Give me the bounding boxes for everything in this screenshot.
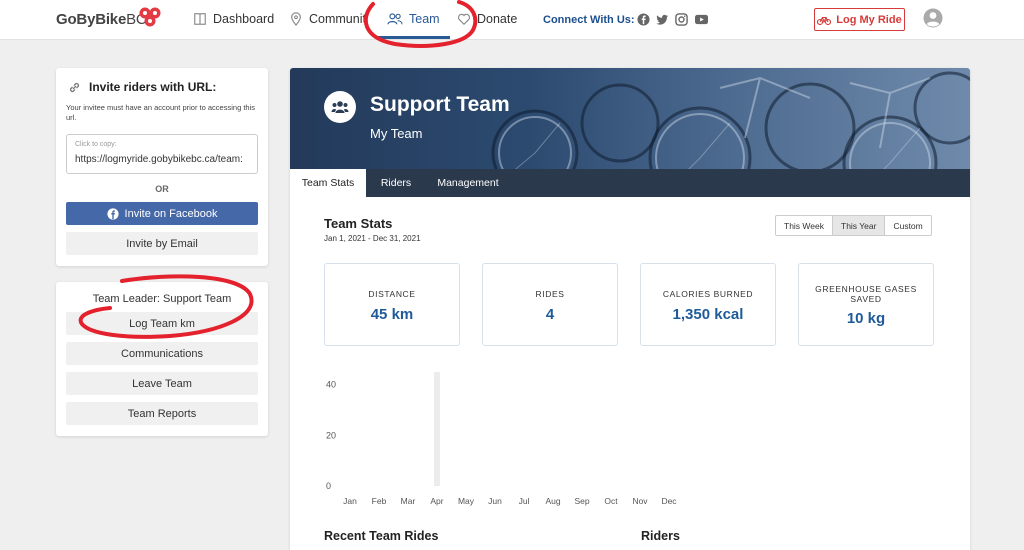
y-tick-label: 0 (326, 481, 331, 491)
riders-heading: Riders (641, 529, 680, 543)
stat-value: 45 km (370, 306, 414, 323)
invite-url-field[interactable]: Click to copy: https://logmyride.gobybik… (66, 134, 258, 174)
leave-team-button[interactable]: Leave Team (66, 372, 258, 395)
team-users-icon (324, 91, 356, 123)
x-tick-label: Apr (430, 496, 443, 506)
period-selector: This Week This Year Custom (775, 215, 932, 236)
x-tick-label: Mar (401, 496, 416, 506)
copy-label: Click to copy: (75, 141, 117, 148)
team-subtitle: My Team (370, 126, 423, 141)
nav-community[interactable]: Communit (289, 12, 366, 26)
stat-label: RIDES (535, 289, 565, 299)
log-my-ride-button[interactable]: Log My Ride (814, 8, 905, 31)
book-icon (194, 13, 206, 25)
nav-dashboard[interactable]: Dashboard (193, 12, 274, 26)
recent-team-rides-heading: Recent Team Rides (324, 529, 439, 543)
tab-management[interactable]: Management (430, 169, 506, 197)
y-tick-label: 20 (326, 430, 336, 440)
x-tick-label: Nov (632, 496, 648, 506)
x-tick-label: Sep (574, 496, 589, 506)
team-tab-bar: Team Stats Riders Management (290, 169, 970, 197)
team-actions-card: Team Leader: Support Team Log Team km Co… (56, 282, 268, 436)
x-tick-label: Jan (343, 496, 357, 506)
x-tick-label: Aug (545, 496, 560, 506)
x-tick-label: Feb (372, 496, 387, 506)
connect-label: Connect With Us: (543, 14, 635, 26)
period-this-week[interactable]: This Week (776, 216, 833, 235)
team-leader-label: Team Leader: Support Team (92, 293, 232, 305)
stat-distance: DISTANCE 45 km (324, 263, 460, 346)
x-tick-label: May (458, 496, 475, 506)
communications-button[interactable]: Communications (66, 342, 258, 365)
stat-greenhouse-gases: GREENHOUSE GASES SAVED 10 kg (798, 263, 934, 346)
x-tick-label: Oct (604, 496, 618, 506)
nav-team[interactable]: Team (387, 12, 440, 26)
bike-chain-logo-icon (139, 7, 161, 27)
invite-note: Your invitee must have an account prior … (66, 103, 255, 122)
twitter-icon[interactable] (656, 13, 669, 26)
team-hero-banner: Support Team My Team (290, 68, 970, 169)
x-tick-label: Dec (661, 496, 677, 506)
y-tick-label: 40 (326, 380, 336, 390)
instagram-icon[interactable] (675, 13, 688, 26)
stat-label: CALORIES BURNED (662, 289, 754, 299)
facebook-icon (106, 207, 119, 220)
monthly-distance-chart: 0 20 40 Jan Feb Mar Apr May Jun Jul Aug Sep Oct Nov De… (326, 372, 677, 506)
or-divider: OR (155, 184, 169, 194)
stat-rides: RIDES 4 (482, 263, 618, 346)
invite-facebook-button[interactable]: Invite on Facebook (66, 202, 258, 225)
invite-card: Invite riders with URL: Your invitee mus… (56, 68, 268, 266)
bar-apr (434, 372, 440, 486)
stat-label: DISTANCE (368, 289, 416, 299)
period-this-year[interactable]: This Year (833, 216, 886, 235)
stat-value: 10 kg (846, 310, 886, 327)
tab-team-stats[interactable]: Team Stats (290, 169, 366, 197)
top-nav: GoByBikeBC Dashboard Communit Team Donat… (0, 0, 1024, 40)
invite-title: Invite riders with URL: (68, 80, 216, 94)
invite-url: https://logmyride.gobybikebc.ca/team: (75, 154, 243, 165)
bicycle-icon (817, 16, 832, 25)
tab-riders[interactable]: Riders (370, 169, 422, 197)
stat-calories: CALORIES BURNED 1,350 kcal (640, 263, 776, 346)
users-icon (331, 101, 349, 113)
x-tick-label: Jul (519, 496, 530, 506)
team-name: Support Team (370, 93, 510, 116)
period-custom[interactable]: Custom (885, 216, 930, 235)
active-tab-indicator (378, 36, 450, 39)
site-logo[interactable]: GoByBikeBC (56, 11, 147, 28)
date-range: Jan 1, 2021 - Dec 31, 2021 (324, 234, 421, 243)
facebook-icon[interactable] (637, 13, 650, 26)
team-stats-heading: Team Stats (324, 216, 393, 231)
stat-value: 1,350 kcal (672, 306, 744, 323)
link-icon (69, 82, 80, 92)
nav-donate[interactable]: Donate (457, 12, 517, 26)
stat-value: 4 (545, 306, 555, 323)
users-icon (387, 13, 403, 25)
user-avatar-icon[interactable] (923, 8, 943, 28)
team-main-panel: Support Team My Team Team Stats Riders M… (290, 68, 970, 550)
youtube-icon[interactable] (694, 13, 709, 26)
team-reports-button[interactable]: Team Reports (66, 402, 258, 425)
stat-label: GREENHOUSE GASES SAVED (815, 284, 917, 304)
invite-email-button[interactable]: Invite by Email (66, 232, 258, 255)
map-pin-icon (291, 12, 301, 26)
heart-icon (457, 13, 471, 26)
log-team-km-button[interactable]: Log Team km (66, 312, 258, 335)
bicycles-background-image (491, 71, 970, 169)
x-tick-label: Jun (488, 496, 502, 506)
